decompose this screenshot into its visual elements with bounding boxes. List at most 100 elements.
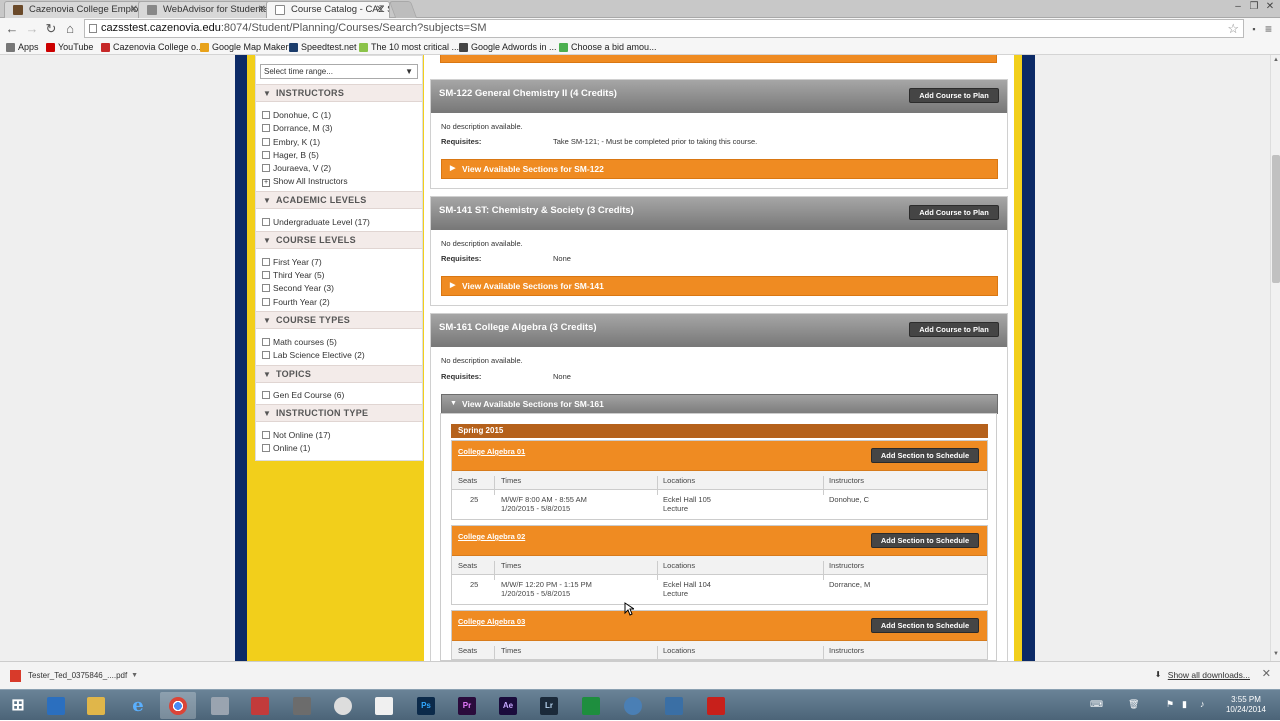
system-clock[interactable]: 3:55 PM 10/24/2014: [1226, 695, 1266, 715]
checkbox[interactable]: [262, 351, 270, 359]
facet-heading-instructors[interactable]: ▼ INSTRUCTORS: [256, 84, 422, 102]
filter-option[interactable]: Hager, B (5): [262, 149, 319, 161]
add-course-to-plan-button[interactable]: Add Course to Plan: [909, 205, 999, 220]
filter-option[interactable]: Donohue, C (1): [262, 109, 331, 121]
home-icon[interactable]: ⌂: [62, 21, 78, 37]
filter-option[interactable]: Gen Ed Course (6): [262, 389, 344, 401]
view-sections-button[interactable]: ▶ View Available Sections for SM-122: [441, 159, 998, 179]
download-item[interactable]: Tester_Ted_0375846_....pdf ▼: [4, 666, 138, 686]
taskbar-app[interactable]: [656, 692, 692, 719]
add-section-to-schedule-button[interactable]: Add Section to Schedule: [871, 533, 979, 548]
taskbar-app[interactable]: Ps: [408, 692, 444, 719]
close-tab-icon[interactable]: ✕: [130, 2, 138, 18]
show-all-downloads-link[interactable]: ⬇ Show all downloads...: [1155, 670, 1250, 680]
bookmark-critical[interactable]: The 10 most critical ...: [359, 41, 459, 53]
menu-icon[interactable]: ≡: [1265, 22, 1272, 36]
checkbox[interactable]: [262, 111, 270, 119]
section-link[interactable]: College Algebra 01: [458, 447, 525, 456]
filter-option[interactable]: Second Year (3): [262, 282, 334, 294]
new-tab-button[interactable]: [388, 1, 418, 18]
filter-option[interactable]: Fourth Year (2): [262, 296, 330, 308]
start-button[interactable]: ⊞: [0, 692, 36, 719]
taskbar-app[interactable]: [284, 692, 320, 719]
recycle-bin-icon[interactable]: 🗑: [1128, 699, 1139, 710]
taskbar-app-chrome[interactable]: [160, 692, 196, 719]
flag-icon[interactable]: ⚑: [1166, 699, 1174, 710]
checkbox[interactable]: [262, 124, 270, 132]
bookmark-star-icon[interactable]: ☆: [1227, 20, 1239, 37]
taskbar-app[interactable]: Pr: [449, 692, 485, 719]
bookmark-adwords[interactable]: Google Adwords in ...: [459, 41, 557, 53]
filter-option[interactable]: Dorrance, M (3): [262, 122, 333, 134]
filter-option[interactable]: Jouraeva, V (2): [262, 162, 331, 174]
taskbar-app[interactable]: [325, 692, 361, 719]
facet-heading-instruction-type[interactable]: ▼ INSTRUCTION TYPE: [256, 404, 422, 422]
taskbar-app[interactable]: [38, 692, 74, 719]
taskbar-app[interactable]: [78, 692, 114, 719]
facet-heading-academic-levels[interactable]: ▼ ACADEMIC LEVELS: [256, 191, 422, 209]
filter-option[interactable]: First Year (7): [262, 256, 322, 268]
facet-heading-course-types[interactable]: ▼ COURSE TYPES: [256, 311, 422, 329]
bookmark-apps[interactable]: Apps: [6, 41, 39, 53]
network-icon[interactable]: ▮: [1182, 699, 1187, 710]
tab-course-catalog[interactable]: Course Catalog - CAZ Self ✕: [266, 1, 390, 19]
facet-heading-course-levels[interactable]: ▼ COURSE LEVELS: [256, 231, 422, 249]
checkbox[interactable]: [262, 338, 270, 346]
section-link[interactable]: College Algebra 02: [458, 532, 525, 541]
taskbar-app[interactable]: [698, 692, 734, 719]
view-sections-button[interactable]: ▶ View Available Sections for SM-141: [441, 276, 998, 296]
checkbox[interactable]: [262, 431, 270, 439]
scrollbar-thumb[interactable]: [1272, 155, 1280, 283]
taskbar-app[interactable]: [202, 692, 238, 719]
previous-course-sections-bar[interactable]: [440, 55, 997, 63]
add-course-to-plan-button[interactable]: Add Course to Plan: [909, 322, 999, 337]
checkbox[interactable]: [262, 284, 270, 292]
add-section-to-schedule-button[interactable]: Add Section to Schedule: [871, 618, 979, 633]
checkbox[interactable]: [262, 444, 270, 452]
time-range-select[interactable]: Select time range... ▼: [260, 64, 418, 79]
taskbar-app[interactable]: [366, 692, 402, 719]
close-downloads-icon[interactable]: ✕: [1262, 667, 1271, 680]
close-tab-icon[interactable]: ✕: [376, 2, 384, 18]
keyboard-icon[interactable]: ⌨: [1090, 699, 1103, 710]
checkbox[interactable]: [262, 391, 270, 399]
show-all-instructors[interactable]: + Show All Instructors: [262, 175, 348, 187]
checkbox[interactable]: [262, 258, 270, 266]
taskbar-app[interactable]: [573, 692, 609, 719]
filter-option[interactable]: Math courses (5): [262, 336, 337, 348]
add-section-to-schedule-button[interactable]: Add Section to Schedule: [871, 448, 979, 463]
taskbar-app[interactable]: e: [120, 692, 156, 719]
close-tab-icon[interactable]: ✕: [258, 2, 266, 18]
filter-option[interactable]: Lab Science Elective (2): [262, 349, 365, 361]
filter-option[interactable]: Not Online (17): [262, 429, 331, 441]
checkbox[interactable]: [262, 138, 270, 146]
scroll-down-icon[interactable]: ▼: [1271, 651, 1280, 657]
bookmark-speedtest[interactable]: Speedtest.net: [289, 41, 357, 53]
section-link[interactable]: College Algebra 03: [458, 617, 525, 626]
bookmark-cazenovia[interactable]: Cazenovia College o...: [101, 41, 204, 53]
add-course-to-plan-button[interactable]: Add Course to Plan: [909, 88, 999, 103]
checkbox[interactable]: [262, 271, 270, 279]
extension-icon[interactable]: ▪: [1246, 21, 1262, 37]
checkbox[interactable]: [262, 218, 270, 226]
bookmark-bid[interactable]: Choose a bid amou...: [559, 41, 657, 53]
taskbar-app[interactable]: [615, 692, 651, 719]
bookmark-youtube[interactable]: YouTube: [46, 41, 93, 53]
filter-option[interactable]: Undergraduate Level (17): [262, 216, 370, 228]
filter-option[interactable]: Embry, K (1): [262, 136, 320, 148]
page-scrollbar[interactable]: ▲ ▼: [1270, 55, 1280, 661]
reload-icon[interactable]: ↻: [43, 21, 59, 37]
tab-cazenovia-employee[interactable]: Cazenovia College Emplo ✕: [4, 1, 144, 18]
taskbar-app[interactable]: Lr: [531, 692, 567, 719]
facet-heading-topics[interactable]: ▼ TOPICS: [256, 365, 422, 383]
checkbox[interactable]: [262, 298, 270, 306]
volume-icon[interactable]: ♪: [1200, 699, 1205, 709]
taskbar-app[interactable]: [242, 692, 278, 719]
address-bar[interactable]: cazsstest.cazenovia.edu:8074/Student/Pla…: [84, 19, 1244, 38]
tab-webadvisor[interactable]: WebAdvisor for Students ✕: [138, 1, 272, 18]
forward-arrow-icon[interactable]: →: [24, 21, 40, 37]
close-window-icon[interactable]: ✕: [1260, 0, 1280, 14]
back-arrow-icon[interactable]: ←: [4, 21, 20, 37]
scroll-up-icon[interactable]: ▲: [1271, 57, 1280, 63]
bookmark-map-maker[interactable]: Google Map Maker: [200, 41, 289, 53]
